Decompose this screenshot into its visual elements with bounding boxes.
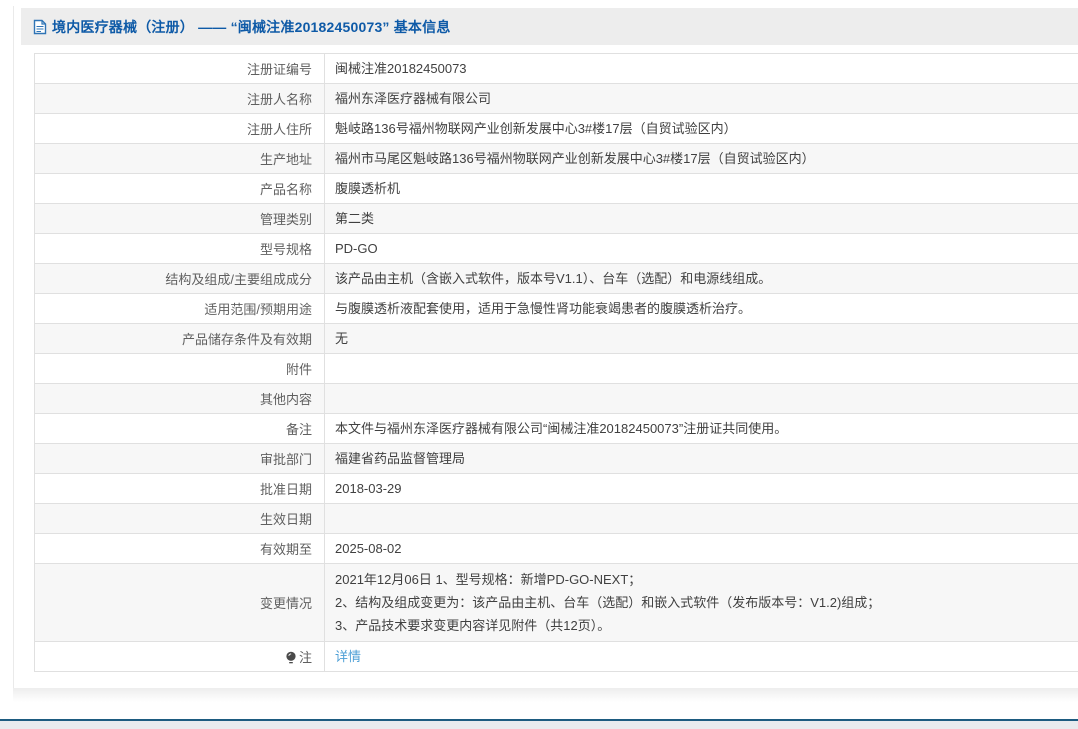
row-label: 批准日期 bbox=[259, 482, 312, 497]
row-label: 注册证编号 bbox=[246, 62, 312, 77]
page-header: 境内医疗器械（注册） —— “闽械注准20182450073” 基本信息 bbox=[21, 8, 1078, 45]
detail-link[interactable]: 详情 bbox=[335, 649, 361, 664]
table-row: 备注 本文件与福州东泽医疗器械有限公司“闽械注准20182450073”注册证共… bbox=[34, 413, 1078, 444]
row-value: 魁岐路136号福州物联网产业创新发展中心3#楼17层（自贸试验区内） bbox=[324, 113, 1078, 144]
table-row: 产品储存条件及有效期 无 bbox=[34, 323, 1078, 354]
table-row: 批准日期 2018-03-29 bbox=[34, 473, 1078, 504]
row-label: 注 bbox=[298, 649, 312, 665]
page-title: 境内医疗器械（注册） —— “闽械注准20182450073” 基本信息 bbox=[52, 18, 451, 35]
row-value: 福州市马尾区魁岐路136号福州物联网产业创新发展中心3#楼17层（自贸试验区内） bbox=[324, 143, 1078, 174]
row-value: 2018-03-29 bbox=[324, 473, 1078, 504]
table-row: 适用范围/预期用途 与腹膜透析液配套使用，适用于急慢性肾功能衰竭患者的腹膜透析治… bbox=[34, 293, 1078, 324]
table-row: 附件 bbox=[34, 353, 1078, 384]
table-row: 其他内容 bbox=[34, 383, 1078, 414]
row-value: 第二类 bbox=[324, 203, 1078, 234]
row-label: 注册人住所 bbox=[246, 122, 312, 137]
table-row: 注册人住所 魁岐路136号福州物联网产业创新发展中心3#楼17层（自贸试验区内） bbox=[34, 113, 1078, 144]
table-row: 审批部门 福建省药品监督管理局 bbox=[34, 443, 1078, 474]
row-value: 福州东泽医疗器械有限公司 bbox=[324, 83, 1078, 114]
row-label: 适用范围/预期用途 bbox=[204, 302, 312, 317]
panel-bottom-shadow bbox=[13, 688, 1078, 702]
table-row: 结构及组成/主要组成成分 该产品由主机（含嵌入式软件，版本号V1.1）、台车（选… bbox=[34, 263, 1078, 294]
row-label: 结构及组成/主要组成成分 bbox=[165, 272, 312, 287]
row-value: 无 bbox=[324, 323, 1078, 354]
row-label: 管理类别 bbox=[259, 212, 312, 227]
row-label: 有效期至 bbox=[259, 542, 312, 557]
row-value bbox=[324, 503, 1078, 534]
row-label: 产品名称 bbox=[259, 182, 312, 197]
table-row: 注 详情 bbox=[34, 641, 1078, 672]
row-label: 生效日期 bbox=[259, 512, 312, 527]
row-value bbox=[324, 353, 1078, 384]
row-label: 生产地址 bbox=[259, 152, 312, 167]
table-row: 生产地址 福州市马尾区魁岐路136号福州物联网产业创新发展中心3#楼17层（自贸… bbox=[34, 143, 1078, 174]
registration-detail-page: 境内医疗器械（注册） —— “闽械注准20182450073” 基本信息 注册证… bbox=[0, 0, 1078, 729]
row-label: 其他内容 bbox=[259, 392, 312, 407]
row-value: PD-GO bbox=[324, 233, 1078, 264]
table-row: 管理类别 第二类 bbox=[34, 203, 1078, 234]
registration-table-body: 注册证编号 闽械注准20182450073 注册人名称 福州东泽医疗器械有限公司 bbox=[34, 53, 1078, 672]
row-label: 变更情况 bbox=[259, 596, 312, 611]
row-value: 2025-08-02 bbox=[324, 533, 1078, 564]
row-value: 腹膜透析机 bbox=[324, 173, 1078, 204]
row-value: 该产品由主机（含嵌入式软件，版本号V1.1）、台车（选配）和电源线组成。 bbox=[324, 263, 1078, 294]
table-row: 产品名称 腹膜透析机 bbox=[34, 173, 1078, 204]
table-row: 有效期至 2025-08-02 bbox=[34, 533, 1078, 564]
row-label: 备注 bbox=[285, 422, 312, 437]
row-value bbox=[324, 383, 1078, 414]
table-row: 型号规格 PD-GO bbox=[34, 233, 1078, 264]
document-icon bbox=[33, 19, 47, 35]
registration-table: 注册证编号 闽械注准20182450073 注册人名称 福州东泽医疗器械有限公司 bbox=[34, 53, 1078, 672]
row-label: 审批部门 bbox=[259, 452, 312, 467]
row-value: 详情 bbox=[324, 641, 1078, 672]
footer-bar bbox=[0, 719, 1078, 729]
row-value: 福建省药品监督管理局 bbox=[324, 443, 1078, 474]
row-label: 产品储存条件及有效期 bbox=[181, 332, 312, 347]
row-value: 本文件与福州东泽医疗器械有限公司“闽械注准20182450073”注册证共同使用… bbox=[324, 413, 1078, 444]
row-label: 型号规格 bbox=[259, 242, 312, 257]
table-row: 变更情况 2021年12月06日 1、型号规格：新增PD-GO-NEXT； 2、结… bbox=[34, 563, 1078, 642]
row-value: 与腹膜透析液配套使用，适用于急慢性肾功能衰竭患者的腹膜透析治疗。 bbox=[324, 293, 1078, 324]
row-value: 闽械注准20182450073 bbox=[324, 53, 1078, 84]
content-panel: 境内医疗器械（注册） —— “闽械注准20182450073” 基本信息 注册证… bbox=[13, 6, 1078, 688]
table-row: 注册证编号 闽械注准20182450073 bbox=[34, 53, 1078, 84]
bulb-icon bbox=[285, 651, 297, 667]
table-row: 注册人名称 福州东泽医疗器械有限公司 bbox=[34, 83, 1078, 114]
table-row: 生效日期 bbox=[34, 503, 1078, 534]
row-value: 2021年12月06日 1、型号规格：新增PD-GO-NEXT； 2、结构及组成变… bbox=[324, 563, 1078, 642]
row-label: 注册人名称 bbox=[246, 92, 312, 107]
row-label: 附件 bbox=[285, 362, 312, 377]
